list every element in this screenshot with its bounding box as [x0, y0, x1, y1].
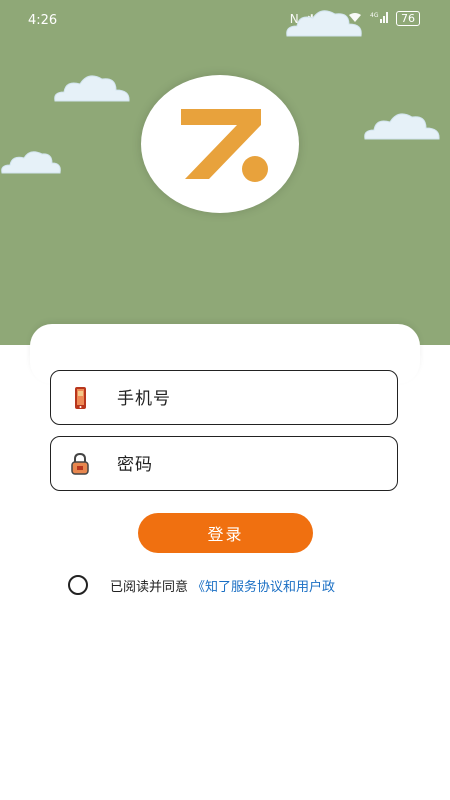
password-input[interactable]: [115, 447, 379, 483]
lock-icon: [71, 452, 89, 475]
terms-link[interactable]: 《知了服务协议和用户政: [192, 576, 335, 595]
cloud-icon: [1, 151, 61, 174]
svg-text:4G: 4G: [370, 12, 379, 19]
logo-z-icon: [181, 109, 268, 182]
agreement-checkbox[interactable]: [68, 575, 88, 595]
password-field[interactable]: [50, 436, 398, 491]
phone-field[interactable]: [50, 370, 398, 425]
signal-4g-icon: 4G: [370, 11, 388, 26]
cloud-icon: [54, 75, 130, 102]
cloud-icon: [364, 113, 440, 140]
agreement-row: 已阅读并同意 《知了服务协议和用户政: [68, 573, 428, 597]
battery-icon: 76: [396, 11, 420, 26]
login-button[interactable]: 登录: [138, 513, 313, 553]
phone-icon: [75, 387, 86, 409]
status-time: 4:26: [28, 13, 58, 28]
status-bar: 4:26 N ✱ 🔕︎ 4G 76: [0, 0, 450, 40]
app-logo: [141, 75, 299, 213]
header-banner: 4:26 N ✱ 🔕︎ 4G 76: [0, 0, 450, 345]
agreement-text: 已阅读并同意: [110, 579, 189, 595]
phone-input[interactable]: [115, 381, 379, 417]
cloud-icon: [286, 10, 362, 37]
